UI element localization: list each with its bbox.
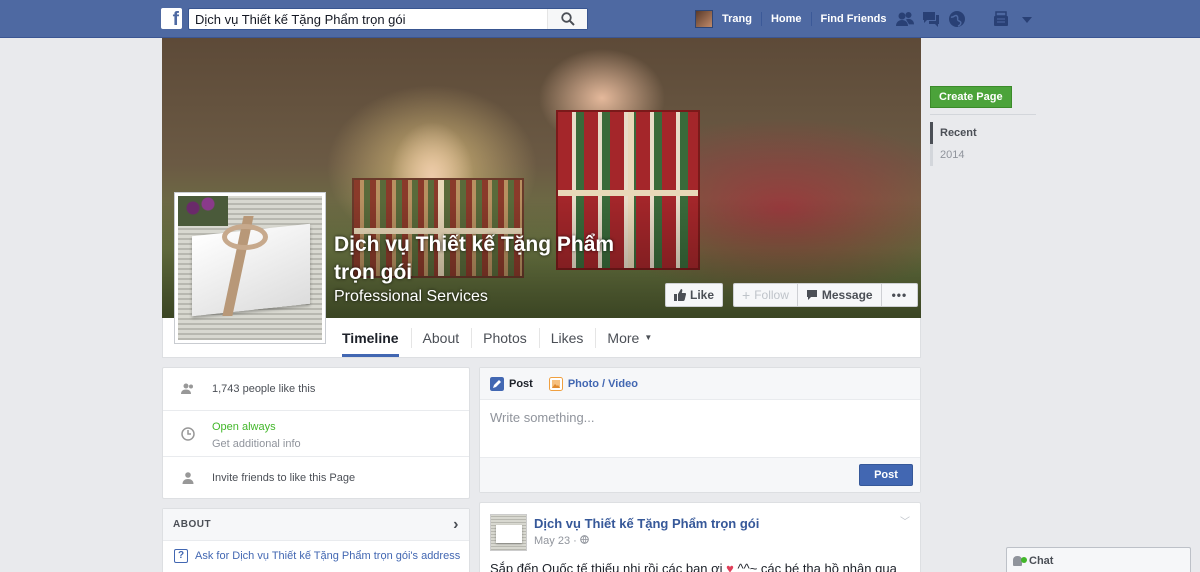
likes-count: 1,743 people like this	[212, 383, 316, 395]
composer-tab-label: Post	[509, 377, 533, 390]
ask-address-label: Ask for Dịch vụ Thiết kế Tặng Phẩm trọn …	[195, 550, 461, 562]
page-info-card: 1,743 people like this Open always Get a…	[162, 367, 470, 499]
tab-more[interactable]: More ▼	[595, 318, 664, 357]
notifications-icon[interactable]	[947, 9, 967, 29]
tab-label: About	[422, 329, 460, 346]
message-button[interactable]: Message	[796, 283, 882, 307]
invite-friends-link: Invite friends to like this Page	[212, 472, 356, 484]
facebook-logo[interactable]: f	[161, 8, 182, 29]
post-author[interactable]: Dịch vụ Thiết kế Tặng Phẩm trọn gói	[534, 516, 759, 531]
friend-requests-icon[interactable]	[895, 9, 915, 29]
like-label: Like	[690, 288, 715, 302]
composer-input[interactable]: Write something...	[480, 400, 920, 458]
question-icon: ?	[174, 549, 188, 563]
timeline-year-nav: Recent 2014	[930, 122, 977, 166]
post-author-avatar[interactable]	[490, 514, 527, 551]
composer-tab-label: Photo / Video	[567, 377, 638, 390]
top-navigation-bar: f Trang Home Find Friends	[0, 0, 1200, 38]
search-box	[188, 8, 588, 30]
composer-tab-photo-video[interactable]: Photo / Video	[548, 376, 638, 391]
like-button[interactable]: Like	[665, 283, 724, 307]
post-options-chevron-icon[interactable]: ﹀	[900, 513, 910, 528]
chat-tab[interactable]: Chat	[1006, 547, 1191, 572]
chevron-right-icon: ›	[453, 516, 459, 533]
hours-status: Open always	[212, 421, 276, 433]
composer-tab-post[interactable]: Post	[490, 376, 533, 391]
rail-divider	[930, 114, 1036, 115]
message-bubble-icon	[806, 290, 817, 300]
post-text-end: ^^~ các bé tha hồ nhận qua	[733, 561, 897, 572]
tab-label: Likes	[550, 329, 584, 346]
tab-photos[interactable]: Photos	[471, 318, 539, 357]
year-link-2014[interactable]: 2014	[930, 144, 977, 166]
invite-row[interactable]: Invite friends to like this Page	[163, 457, 469, 500]
caret-down-icon: ▼	[644, 333, 653, 342]
home-link[interactable]: Home	[762, 9, 811, 29]
likes-count-row[interactable]: 1,743 people like this	[163, 368, 469, 411]
post-timestamp[interactable]: May 23 ·	[534, 535, 589, 547]
nav-links: Trang Home Find Friends	[695, 9, 896, 29]
follow-button[interactable]: + Follow	[733, 283, 798, 307]
page-action-group: + Follow Message •••	[733, 283, 919, 307]
post-composer: Post Photo / Video Write something... Po…	[479, 367, 921, 493]
more-options-button[interactable]: •••	[880, 283, 919, 307]
privacy-shortcuts-icon[interactable]	[991, 9, 1011, 29]
page-actions: Like + Follow Message •••	[665, 283, 919, 307]
nav-jewels	[895, 9, 1037, 29]
plus-icon: +	[742, 287, 751, 303]
year-link-recent[interactable]: Recent	[930, 122, 977, 144]
invite-person-icon	[182, 472, 194, 484]
ellipsis-icon: •••	[891, 288, 908, 302]
post-text: Sắp đến Quốc tế thiếu nhi rồi các bạn ơi…	[490, 561, 910, 572]
hours-more-info[interactable]: Get additional info	[212, 436, 469, 453]
tab-about[interactable]: About	[410, 318, 472, 357]
search-input[interactable]	[189, 9, 539, 29]
create-page-button[interactable]: Create Page	[930, 86, 1012, 108]
message-label: Message	[821, 288, 873, 302]
find-friends-link[interactable]: Find Friends	[812, 9, 896, 29]
profile-link[interactable]: Trang	[713, 9, 761, 29]
profile-photo-image	[178, 196, 322, 340]
globe-icon	[580, 535, 589, 544]
online-status-dot	[1021, 557, 1027, 563]
page-title[interactable]: Dịch vụ Thiết kế Tặng Phẩm trọn gói	[334, 231, 634, 287]
tab-label: Photos	[483, 329, 527, 346]
post-time-text: May 23 ·	[534, 535, 577, 547]
page-tabs: Timeline About Photos Likes More ▼	[330, 318, 664, 357]
about-heading: ABOUT	[173, 519, 212, 530]
nav-spacer	[973, 9, 985, 29]
feed-post: Dịch vụ Thiết kế Tặng Phẩm trọn gói May …	[479, 502, 921, 572]
profile-picture[interactable]	[174, 192, 326, 344]
post-button[interactable]: Post	[859, 464, 913, 486]
thumbs-up-icon	[674, 289, 686, 301]
follow-label: Follow	[754, 288, 789, 302]
tab-label: More	[607, 329, 640, 346]
search-button[interactable]	[547, 9, 587, 29]
tab-timeline[interactable]: Timeline	[330, 318, 411, 357]
clock-icon	[181, 427, 195, 441]
search-icon	[561, 12, 575, 26]
about-header[interactable]: ABOUT ›	[163, 509, 469, 541]
pencil-icon	[490, 376, 504, 391]
photo-icon	[548, 376, 563, 391]
hours-row[interactable]: Open always Get additional info	[163, 411, 469, 457]
about-card: ABOUT › ? Ask for Dịch vụ Thiết kế Tặng …	[162, 508, 470, 572]
messages-icon[interactable]	[921, 9, 941, 29]
composer-footer: Post	[480, 458, 920, 492]
composer-tabs: Post Photo / Video	[480, 368, 920, 400]
chat-label: Chat	[1029, 555, 1054, 567]
heart-icon: ♥	[726, 561, 734, 572]
page-category[interactable]: Professional Services	[334, 288, 488, 306]
account-menu-icon[interactable]	[1017, 9, 1037, 29]
tab-label: Timeline	[342, 329, 399, 346]
post-text-start: Sắp đến Quốc tế thiếu nhi rồi các bạn ơi	[490, 561, 727, 572]
people-icon	[181, 383, 193, 394]
tab-likes[interactable]: Likes	[538, 318, 596, 357]
user-avatar[interactable]	[695, 10, 713, 28]
flowers-decoration	[178, 196, 228, 226]
gift-bow	[222, 224, 268, 250]
ask-address-link[interactable]: ? Ask for Dịch vụ Thiết kế Tặng Phẩm trọ…	[163, 541, 469, 571]
